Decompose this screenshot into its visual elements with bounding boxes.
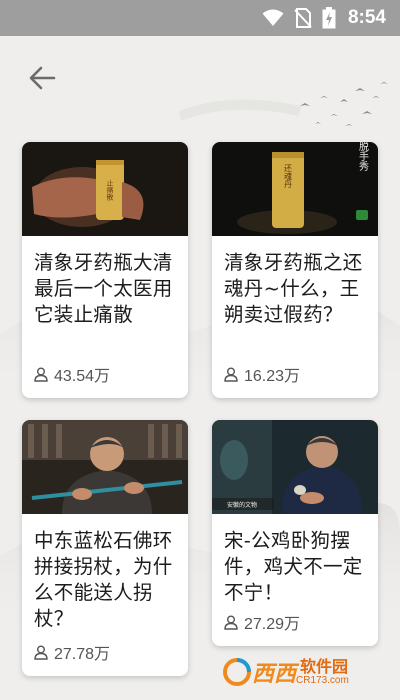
video-title: 清象牙药瓶之还魂丹~什么，王朔卖过假药？ bbox=[224, 251, 363, 326]
arrow-left-icon bbox=[29, 66, 56, 90]
video-card[interactable]: 中东蓝松石佛环拼接拐杖，为什么不能送人拐杖？ 27.78万 bbox=[22, 420, 188, 676]
person-icon bbox=[34, 645, 48, 660]
person-icon bbox=[224, 367, 238, 382]
view-count-text: 16.23万 bbox=[244, 368, 301, 385]
status-bar: 8:54 bbox=[0, 0, 400, 36]
video-thumbnail: 止痛散 bbox=[22, 142, 188, 236]
watermark-sub: 软件园 bbox=[300, 656, 349, 676]
watermark-url: CR173.com bbox=[296, 675, 349, 687]
watermark-brand: 西西 bbox=[252, 662, 297, 687]
thumb-label: 止痛散 bbox=[106, 179, 114, 202]
person-icon bbox=[224, 615, 238, 630]
view-count-text: 43.54万 bbox=[54, 368, 111, 385]
view-count: 16.23万 bbox=[224, 362, 300, 386]
view-count: 27.29万 bbox=[224, 610, 300, 634]
video-card[interactable]: 安徽的文物 宋-公鸡卧狗摆件，鸡犬不一定不宁！ 27.29万 bbox=[212, 420, 378, 646]
thumb-caption: 安徽的文物 bbox=[227, 501, 257, 509]
watermark-logo-icon bbox=[223, 658, 251, 686]
person-icon bbox=[34, 367, 48, 382]
thumb-side-label: 脱手秀 bbox=[357, 142, 369, 172]
back-button[interactable] bbox=[24, 62, 60, 94]
video-title: 中东蓝松石佛环拼接拐杖，为什么不能送人拐杖？ bbox=[34, 529, 173, 630]
view-count-text: 27.78万 bbox=[54, 646, 111, 663]
video-card[interactable]: 止痛散 清象牙药瓶大清最后一个太医用它装止痛散 43.54万 bbox=[22, 142, 188, 398]
video-title: 宋-公鸡卧狗摆件，鸡犬不一定不宁！ bbox=[224, 529, 363, 604]
battery-charging-icon bbox=[322, 7, 336, 29]
video-thumbnail: 安徽的文物 bbox=[212, 420, 378, 514]
view-count-text: 27.29万 bbox=[244, 616, 301, 633]
wifi-icon bbox=[262, 9, 284, 27]
video-thumbnail bbox=[22, 420, 188, 514]
video-title: 清象牙药瓶大清最后一个太医用它装止痛散 bbox=[34, 251, 173, 326]
no-sim-icon bbox=[294, 8, 312, 28]
view-count: 27.78万 bbox=[34, 640, 110, 664]
status-time: 8:54 bbox=[347, 7, 386, 28]
video-card[interactable]: 还魂丹 脱手秀 清象牙药瓶之还魂丹~什么，王朔卖过假药？ 16.23万 bbox=[212, 142, 378, 398]
site-watermark: 西西 软件园 CR173.com bbox=[222, 650, 392, 694]
thumb-label: 还魂丹 bbox=[284, 163, 293, 189]
view-count: 43.54万 bbox=[34, 362, 110, 386]
video-thumbnail: 还魂丹 脱手秀 bbox=[212, 142, 378, 236]
